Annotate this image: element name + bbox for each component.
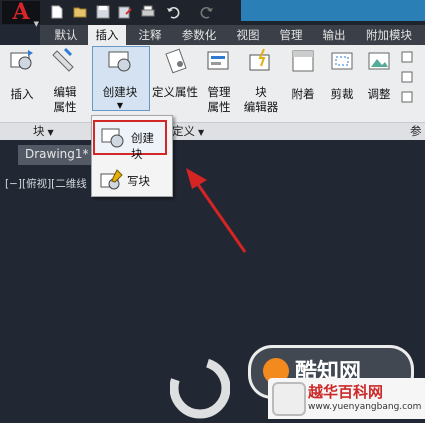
tab-view[interactable]: 视图 (230, 25, 266, 45)
ribbon-tab-bar: 默认 插入 注释 参数化 视图 管理 输出 附加模块 (40, 25, 425, 45)
adjust-icon (365, 47, 393, 75)
new-icon[interactable] (50, 4, 64, 19)
dropdown-create-block-label: 创建块 (131, 131, 154, 161)
tab-manage[interactable]: 管理 (273, 25, 309, 45)
clip-icon (328, 47, 356, 75)
watermark-site-name: 越华百科网 (308, 383, 384, 401)
attach-button[interactable]: 附着 (285, 47, 321, 117)
file-tab-drawing1[interactable]: Drawing1* (18, 145, 91, 165)
manage-attributes-button[interactable]: 管理 属性 (203, 47, 235, 117)
redo-icon[interactable] (200, 4, 214, 19)
application-menu-button[interactable]: A ▼ (2, 0, 40, 28)
block-definition-panel-label[interactable]: 定义 ▼ (172, 123, 204, 139)
clip-button[interactable]: 剪裁 (324, 47, 360, 117)
save-as-icon[interactable] (118, 4, 132, 19)
dropdown-create-block-item[interactable]: 创建块 (93, 120, 167, 161)
save-icon[interactable] (96, 4, 110, 19)
attach-label: 附着 (291, 87, 315, 101)
watermark-swirl-logo (169, 350, 231, 419)
block-panel-text: 块 (33, 124, 45, 138)
tab-parametric[interactable]: 参数化 (175, 25, 223, 45)
insert-icon (8, 47, 36, 75)
block-panel-label[interactable]: 块 ▼ (33, 123, 54, 139)
insert-button[interactable]: 插入 (5, 47, 39, 117)
block-editor-label-1: 块 (255, 85, 267, 99)
print-icon[interactable] (141, 4, 155, 18)
edit-attribute-button[interactable]: 编辑 属性 (46, 47, 84, 117)
viewport-controls-label[interactable]: [−][俯视][二维线 (5, 176, 87, 191)
dropdown-write-block-item[interactable]: 写块 (95, 165, 167, 195)
app-logo-letter: A (12, 0, 30, 25)
adjust-button[interactable]: 调整 (361, 47, 397, 117)
block-definition-panel-text: 定义 (172, 124, 195, 138)
watermark-site-badge: 越华百科网 www.yuenyangbang.com (268, 378, 425, 419)
watermark-site-icon (272, 382, 306, 416)
define-attribute-label: 定义属性 (152, 85, 198, 99)
block-editor-button[interactable]: 块 编辑器 (242, 47, 280, 117)
reference-panel-label[interactable]: 参 (410, 123, 422, 139)
tab-default[interactable]: 默认 (48, 25, 84, 45)
attach-icon (289, 47, 317, 75)
adjust-label: 调整 (367, 87, 391, 101)
edit-attribute-label-2: 属性 (53, 100, 77, 114)
manage-attributes-label-1: 管理 (207, 85, 231, 99)
ribbon-panel-labels-bar (0, 122, 425, 140)
open-icon[interactable] (73, 4, 87, 18)
define-attribute-button[interactable]: 定义属性 (150, 47, 200, 117)
block-editor-icon (247, 47, 275, 75)
create-block-button[interactable]: 创建块 ▼ (95, 47, 145, 117)
tab-insert[interactable]: 插入 (88, 25, 126, 45)
manage-attributes-icon (205, 47, 233, 75)
clip-label: 剪裁 (330, 87, 354, 101)
undo-icon[interactable] (166, 4, 180, 19)
tab-annotate[interactable]: 注释 (132, 25, 168, 45)
insert-label: 插入 (10, 87, 34, 101)
block-editor-label-2: 编辑器 (243, 100, 279, 114)
edit-attribute-icon (51, 47, 79, 75)
dropdown-write-block-label: 写块 (127, 174, 150, 188)
manage-attributes-label-2: 属性 (207, 100, 231, 114)
title-bar-highlight (241, 0, 425, 21)
tab-output[interactable]: 输出 (316, 25, 352, 45)
create-block-menu-icon (101, 128, 124, 148)
file-tab-label: Drawing1* (25, 147, 89, 161)
write-block-menu-icon (100, 169, 123, 190)
define-attribute-icon (161, 47, 189, 75)
create-block-icon (106, 47, 134, 75)
edit-attribute-label-1: 编辑 (53, 85, 77, 99)
tab-addins[interactable]: 附加模块 (358, 25, 420, 45)
reference-small-icons[interactable] (400, 50, 420, 110)
watermark-site-url: www.yuenyangbang.com (308, 402, 422, 412)
create-block-dropdown-arrow[interactable]: ▼ (95, 98, 145, 113)
